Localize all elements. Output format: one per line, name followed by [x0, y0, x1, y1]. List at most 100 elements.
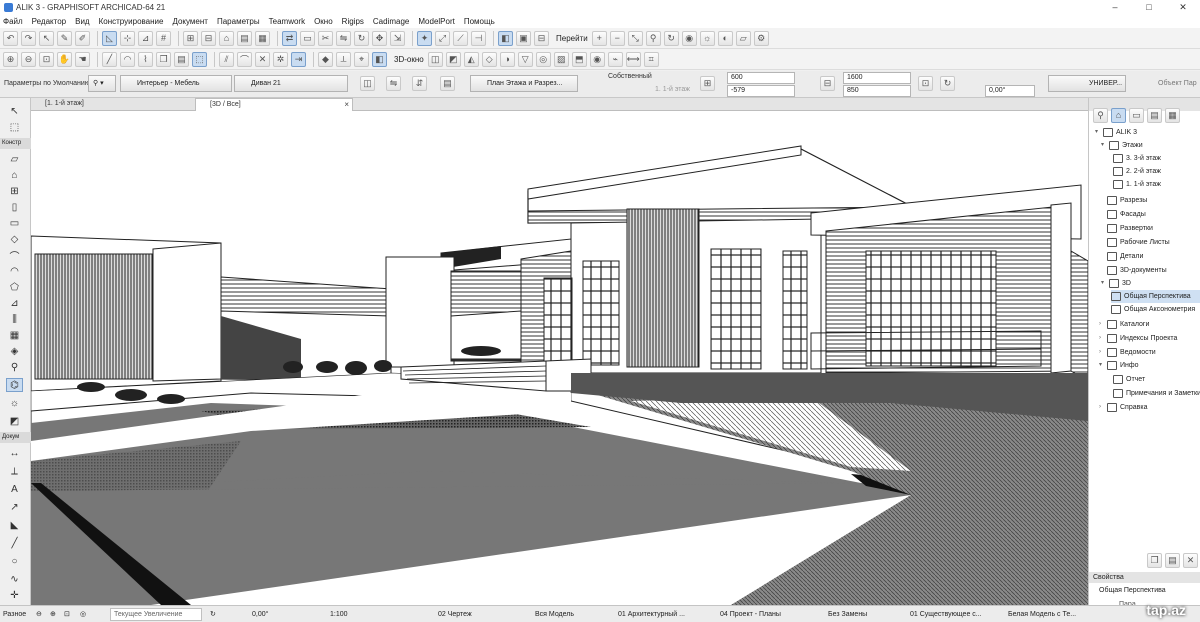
snap-guides-icon[interactable]: ⊹ — [120, 30, 135, 46]
adjust-icon[interactable]: ⊣ — [471, 30, 486, 46]
guide-lines-icon[interactable]: ◺ — [102, 30, 117, 46]
fit-status-icon[interactable]: ⊡ — [64, 609, 70, 620]
spline-tool-icon[interactable]: ∿ — [6, 572, 23, 586]
dimension-c-input[interactable]: 1600 — [843, 72, 911, 84]
tab-3d-view[interactable]: [3D / Все] × — [195, 98, 353, 111]
dimension-standard-dropdown[interactable]: 04 Проект - Планы — [720, 609, 781, 620]
arrow-tool-icon[interactable]: ↖ — [6, 104, 23, 118]
view-map-icon[interactable]: ▭ — [1129, 107, 1144, 123]
redo-icon[interactable]: ↷ — [21, 30, 36, 46]
axonometry-icon[interactable]: ◇ — [481, 51, 497, 67]
select-icon[interactable]: ⬚ — [192, 51, 207, 67]
paste-icon[interactable]: ▤ — [174, 51, 189, 67]
wall-tool-icon[interactable]: ▱ — [6, 152, 23, 166]
layer-icon[interactable]: ▤ — [237, 30, 252, 46]
scale-dropdown[interactable]: 1:100 — [330, 609, 348, 620]
layout-icon[interactable]: ▭ — [300, 30, 315, 46]
show-all-icon[interactable]: ◎ — [535, 51, 551, 67]
angle-input[interactable]: 0,00° — [985, 85, 1035, 97]
delete-view-icon[interactable]: ✕ — [1183, 553, 1198, 568]
railing-tool-icon[interactable]: ⫼ — [6, 312, 23, 326]
marquee-tool-icon[interactable]: ⬚ — [6, 120, 23, 134]
nav-item-generic-axonometry[interactable]: Общая Аксонометрия — [1111, 303, 1195, 316]
fillet-icon[interactable]: ⌒ — [237, 51, 252, 67]
3d-style-icon[interactable]: ◫ — [427, 51, 443, 67]
magic-wand-icon[interactable]: ✦ — [417, 30, 432, 46]
zoom-fit-icon[interactable]: ⊡ — [39, 51, 54, 67]
line-tool-icon[interactable]: ╱ — [6, 536, 23, 550]
lamp-tool-icon[interactable]: ☼ — [6, 396, 23, 410]
maximize-button[interactable]: □ — [1132, 0, 1166, 14]
mirror-object-icon[interactable]: ⇋ — [386, 76, 401, 91]
trim-icon[interactable]: ⟂ — [336, 51, 351, 67]
lock-icon[interactable]: ⌂ — [219, 30, 234, 46]
renovation-filter-dropdown[interactable]: 01 Существующее с... — [910, 609, 982, 620]
object-tool-icon[interactable]: ⚲ — [6, 360, 23, 374]
publisher-icon[interactable]: ▦ — [1165, 107, 1180, 123]
eyedropper-icon[interactable]: ✎ — [57, 30, 72, 46]
pan-icon[interactable]: ✋ — [57, 51, 72, 67]
nav-item-schedules[interactable]: › Ведомости — [1099, 346, 1156, 359]
grid-snap-icon[interactable]: # — [156, 30, 171, 46]
roof-tool-icon[interactable]: ⌒ — [6, 248, 23, 263]
snap-points-icon[interactable]: ⊿ — [138, 30, 153, 46]
layer-dropdown[interactable]: Интерьер - Мебель — [120, 75, 232, 92]
hotspot-tool-icon[interactable]: ✛ — [6, 588, 23, 602]
nav-item-worksheets[interactable]: Рабочие Листы — [1107, 236, 1170, 249]
circle-tool-icon[interactable]: ○ — [6, 554, 23, 568]
filter-icon[interactable]: ▽ — [517, 51, 533, 67]
nav-item-elevations[interactable]: Фасады — [1107, 208, 1146, 221]
nav-item-help[interactable]: › Справка — [1099, 401, 1147, 414]
shell-tool-icon[interactable]: ◠ — [6, 264, 23, 278]
nav-item-info[interactable]: ▾ Инфо — [1099, 359, 1139, 372]
object-name-dropdown[interactable]: Диван 21 — [234, 75, 348, 92]
menu-modelport[interactable]: ModelPort — [418, 17, 454, 26]
menu-help[interactable]: Помощь — [464, 17, 495, 26]
line-icon[interactable]: ╱ — [102, 51, 117, 67]
menu-view[interactable]: Вид — [75, 17, 89, 26]
stair-tool-icon[interactable]: ⊿ — [6, 296, 23, 310]
tab-close-icon[interactable]: × — [344, 99, 349, 111]
level-dimension-tool-icon[interactable]: ⟂ — [6, 464, 23, 478]
section-icon[interactable]: ⊟ — [534, 30, 549, 46]
camera-icon[interactable]: ◉ — [681, 30, 697, 46]
dimension-tool-icon[interactable]: ↔ — [6, 446, 23, 460]
marquee-icon[interactable]: ⬒ — [571, 51, 587, 67]
fill-tool-icon[interactable]: ◣ — [6, 518, 23, 532]
zone-tool-icon[interactable]: ◩ — [6, 414, 23, 428]
hand-icon[interactable]: ☚ — [75, 51, 90, 67]
nav-item-report[interactable]: Отчет — [1113, 373, 1145, 386]
layout-book-icon[interactable]: ▤ — [1147, 107, 1162, 123]
3d-viewport[interactable] — [31, 111, 1088, 605]
nav-item-story-2[interactable]: 2. 2-й этаж — [1113, 165, 1161, 178]
nav-item-story-1[interactable]: 1. 1-й этаж — [1113, 178, 1161, 191]
solid-ops-icon[interactable]: ◆ — [318, 51, 333, 67]
pen-set-dropdown[interactable]: 02 Чертеж — [438, 609, 472, 620]
menu-cadimage[interactable]: Cadimage — [373, 17, 409, 26]
properties-header[interactable]: Свойства — [1089, 572, 1200, 583]
menu-edit[interactable]: Редактор — [32, 17, 66, 26]
univ-dropdown[interactable]: УНИВЕР... — [1048, 75, 1126, 92]
floorplan-section-dropdown[interactable]: План Этажа и Разрез... — [470, 75, 578, 92]
beam-tool-icon[interactable]: ▭ — [6, 216, 23, 230]
pointer-icon[interactable]: ↖ — [39, 30, 54, 46]
object-favorites-dropdown[interactable]: ⚲ ▾ — [88, 75, 116, 92]
copy-icon[interactable]: ❐ — [156, 51, 171, 67]
nav-item-sections[interactable]: Разрезы — [1107, 194, 1147, 207]
menu-rigips[interactable]: Rigips — [342, 17, 364, 26]
new-view-icon[interactable]: ❐ — [1147, 553, 1162, 568]
rotate-status-icon[interactable]: ↻ — [210, 609, 216, 620]
column-tool-icon[interactable]: ▯ — [6, 200, 23, 214]
dimension-b-input[interactable]: -579 — [727, 85, 795, 97]
arc-icon[interactable]: ◠ — [120, 51, 135, 67]
resize-icon[interactable]: ⤢ — [435, 30, 450, 46]
toolbox-section-document[interactable]: Докум — [0, 432, 31, 443]
label-tool-icon[interactable]: ↗ — [6, 500, 23, 514]
morph-tool-icon[interactable]: ⬠ — [6, 280, 23, 294]
connect-icon[interactable]: ⌖ — [354, 51, 369, 67]
nav-item-catalogs[interactable]: › Каталоги — [1099, 318, 1149, 331]
settings-icon[interactable]: ⚙ — [753, 30, 769, 46]
nav-item-project[interactable]: ▾ ALIK 3 — [1095, 126, 1137, 139]
drag-icon[interactable]: ✥ — [372, 30, 387, 46]
navigator-settings-icon[interactable]: ⚲ — [1093, 107, 1108, 123]
